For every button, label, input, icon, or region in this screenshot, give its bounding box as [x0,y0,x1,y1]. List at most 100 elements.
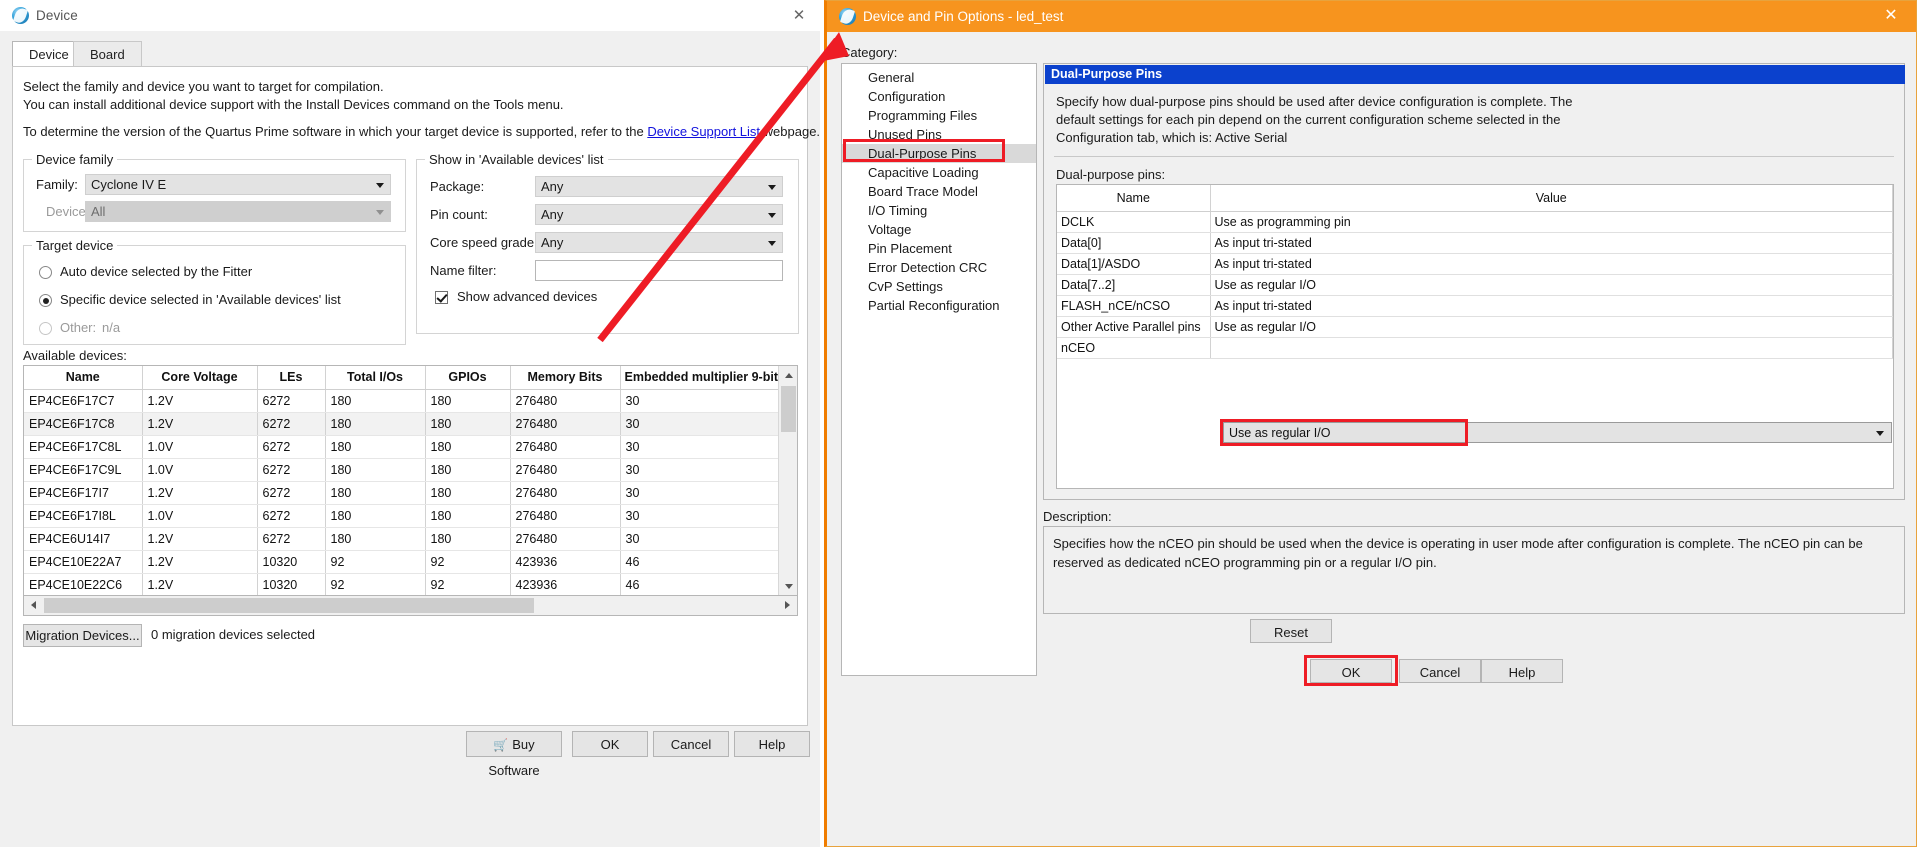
pin-value[interactable]: As input tri-stated [1210,295,1893,317]
category-item-unused-pins[interactable]: Unused Pins [842,125,1036,144]
help-button[interactable]: Help [734,731,810,757]
cell-core-voltage: 1.2V [142,550,258,574]
scroll-up-icon[interactable] [779,366,797,384]
radio-auto-device-label: Auto device selected by the Fitter [60,264,253,279]
category-item-general[interactable]: General [842,68,1036,87]
devices-table-horizontal-scrollbar[interactable] [23,596,798,616]
pin-value [1210,337,1893,359]
table-row[interactable]: EP4CE6F17I8L 1.0V 6272 180 180 276480 30 [24,504,797,528]
close-icon[interactable]: ✕ [788,6,810,26]
table-row[interactable]: EP4CE10E22A7 1.2V 10320 92 92 423936 46 [24,550,797,574]
migration-devices-button[interactable]: Migration Devices... [23,624,142,647]
device-combo[interactable]: All [85,201,391,222]
col-name[interactable]: Name [24,366,143,390]
cell-les: 6272 [257,458,326,482]
cell-total-ios: 180 [325,458,426,482]
panel-header: Dual-Purpose Pins [1045,65,1905,84]
scroll-down-icon[interactable] [779,577,797,595]
radio-specific-device[interactable] [39,294,52,307]
device-and-pin-options-dialog: Device and Pin Options - led_test ✕ Cate… [824,0,1917,847]
col-memory-bits[interactable]: Memory Bits [510,366,621,390]
table-row[interactable]: EP4CE10E22C6 1.2V 10320 92 92 423936 46 [24,573,797,595]
category-item-voltage[interactable]: Voltage [842,220,1036,239]
description-text: Specifies how the nCEO pin should be use… [1043,526,1905,614]
pins-table-row[interactable]: FLASH_nCE/nCSO As input tri-stated [1057,295,1893,317]
buy-software-button[interactable]: 🛒 Buy Software [466,731,562,778]
cell-gpios: 180 [425,504,511,528]
table-row[interactable]: EP4CE6U14I7 1.2V 6272 180 180 276480 30 [24,527,797,551]
category-list[interactable]: General Configuration Programming Files … [841,63,1037,676]
scrollbar-thumb[interactable] [781,386,796,432]
pin-count-combo[interactable]: Any [535,204,783,225]
quartus-logo-icon [12,6,29,25]
pin-value[interactable]: Use as regular I/O [1210,274,1893,296]
category-item-board-trace-model[interactable]: Board Trace Model [842,182,1036,201]
cell-les: 6272 [257,412,326,436]
hscrollbar-thumb[interactable] [44,598,534,613]
intro-line-2: You can install additional device suppor… [23,97,564,112]
col-core-voltage[interactable]: Core Voltage [142,366,258,390]
intro-line-3-prefix: To determine the version of the Quartus … [23,124,648,139]
category-item-cvp-settings[interactable]: CvP Settings [842,277,1036,296]
pin-value[interactable]: As input tri-stated [1210,253,1893,275]
device-support-list-link[interactable]: Device Support List [647,124,760,139]
pin-options-cancel-button[interactable]: Cancel [1399,659,1481,683]
reset-button[interactable]: Reset [1250,619,1332,643]
chevron-down-icon [376,210,384,215]
category-item-error-detection-crc[interactable]: Error Detection CRC [842,258,1036,277]
category-item-programming-files[interactable]: Programming Files [842,106,1036,125]
pin-name: Other Active Parallel pins [1057,316,1211,338]
pin-name: FLASH_nCE/nCSO [1057,295,1211,317]
pins-table-row[interactable]: nCEO [1057,337,1893,359]
category-item-partial-reconfiguration[interactable]: Partial Reconfiguration [842,296,1036,315]
close-icon[interactable]: ✕ [1880,6,1902,26]
pin-options-help-button[interactable]: Help [1481,659,1563,683]
pin-value[interactable]: Use as programming pin [1210,211,1893,233]
table-row[interactable]: EP4CE6F17I7 1.2V 6272 180 180 276480 30 [24,481,797,505]
nceo-value-combo[interactable]: Use as regular I/O [1223,422,1892,443]
cell-gpios: 180 [425,389,511,413]
radio-auto-device[interactable] [39,266,52,279]
col-les[interactable]: LEs [257,366,326,390]
table-row[interactable]: EP4CE6F17C8 1.2V 6272 180 180 276480 30 [24,412,797,436]
table-header-row: Name Core Voltage LEs Total I/Os GPIOs M… [24,366,797,390]
cancel-button[interactable]: Cancel [653,731,729,757]
col-total-ios[interactable]: Total I/Os [325,366,426,390]
radio-other-device[interactable] [39,322,52,335]
category-item-capacitive-loading[interactable]: Capacitive Loading [842,163,1036,182]
show-advanced-devices-checkbox[interactable] [435,291,448,304]
col-gpios[interactable]: GPIOs [425,366,511,390]
category-item-dual-purpose-pins[interactable]: Dual-Purpose Pins [842,144,1036,163]
pin-options-ok-button[interactable]: OK [1310,659,1392,683]
pins-table-row[interactable]: DCLK Use as programming pin [1057,211,1893,233]
scroll-left-icon[interactable] [24,596,43,614]
devices-table-vertical-scrollbar[interactable] [778,366,797,595]
table-row[interactable]: EP4CE6F17C7 1.2V 6272 180 180 276480 30 [24,389,797,413]
panel-separator [1054,156,1894,157]
cell-name: EP4CE10E22A7 [24,550,143,574]
pins-table-row[interactable]: Data[0] As input tri-stated [1057,232,1893,254]
pins-table-row[interactable]: Data[7..2] Use as regular I/O [1057,274,1893,296]
family-combo[interactable]: Cyclone IV E [85,174,391,195]
intro-line-1: Select the family and device you want to… [23,79,384,94]
available-devices-table-wrap: Name Core Voltage LEs Total I/Os GPIOs M… [23,365,798,596]
pins-table-row[interactable]: Data[1]/ASDO As input tri-stated [1057,253,1893,275]
pins-table-row[interactable]: Other Active Parallel pins Use as regular… [1057,316,1893,338]
tab-board[interactable]: Board [73,41,142,67]
category-item-pin-placement[interactable]: Pin Placement [842,239,1036,258]
cell-gpios: 180 [425,435,511,459]
package-combo[interactable]: Any [535,176,783,197]
core-speed-grade-combo[interactable]: Any [535,232,783,253]
scroll-right-icon[interactable] [778,596,797,614]
col-embedded-multiplier[interactable]: Embedded multiplier 9-bit eleme [620,366,797,390]
pin-value[interactable]: Use as regular I/O [1210,316,1893,338]
ok-button[interactable]: OK [572,731,648,757]
name-filter-input[interactable] [535,260,783,281]
show-advanced-devices-label: Show advanced devices [457,289,598,304]
pin-value[interactable]: As input tri-stated [1210,232,1893,254]
table-row[interactable]: EP4CE6F17C8L 1.0V 6272 180 180 276480 30 [24,435,797,459]
category-item-configuration[interactable]: Configuration [842,87,1036,106]
table-row[interactable]: EP4CE6F17C9L 1.0V 6272 180 180 276480 30 [24,458,797,482]
category-item-io-timing[interactable]: I/O Timing [842,201,1036,220]
device-titlebar: Device ✕ [0,0,820,31]
